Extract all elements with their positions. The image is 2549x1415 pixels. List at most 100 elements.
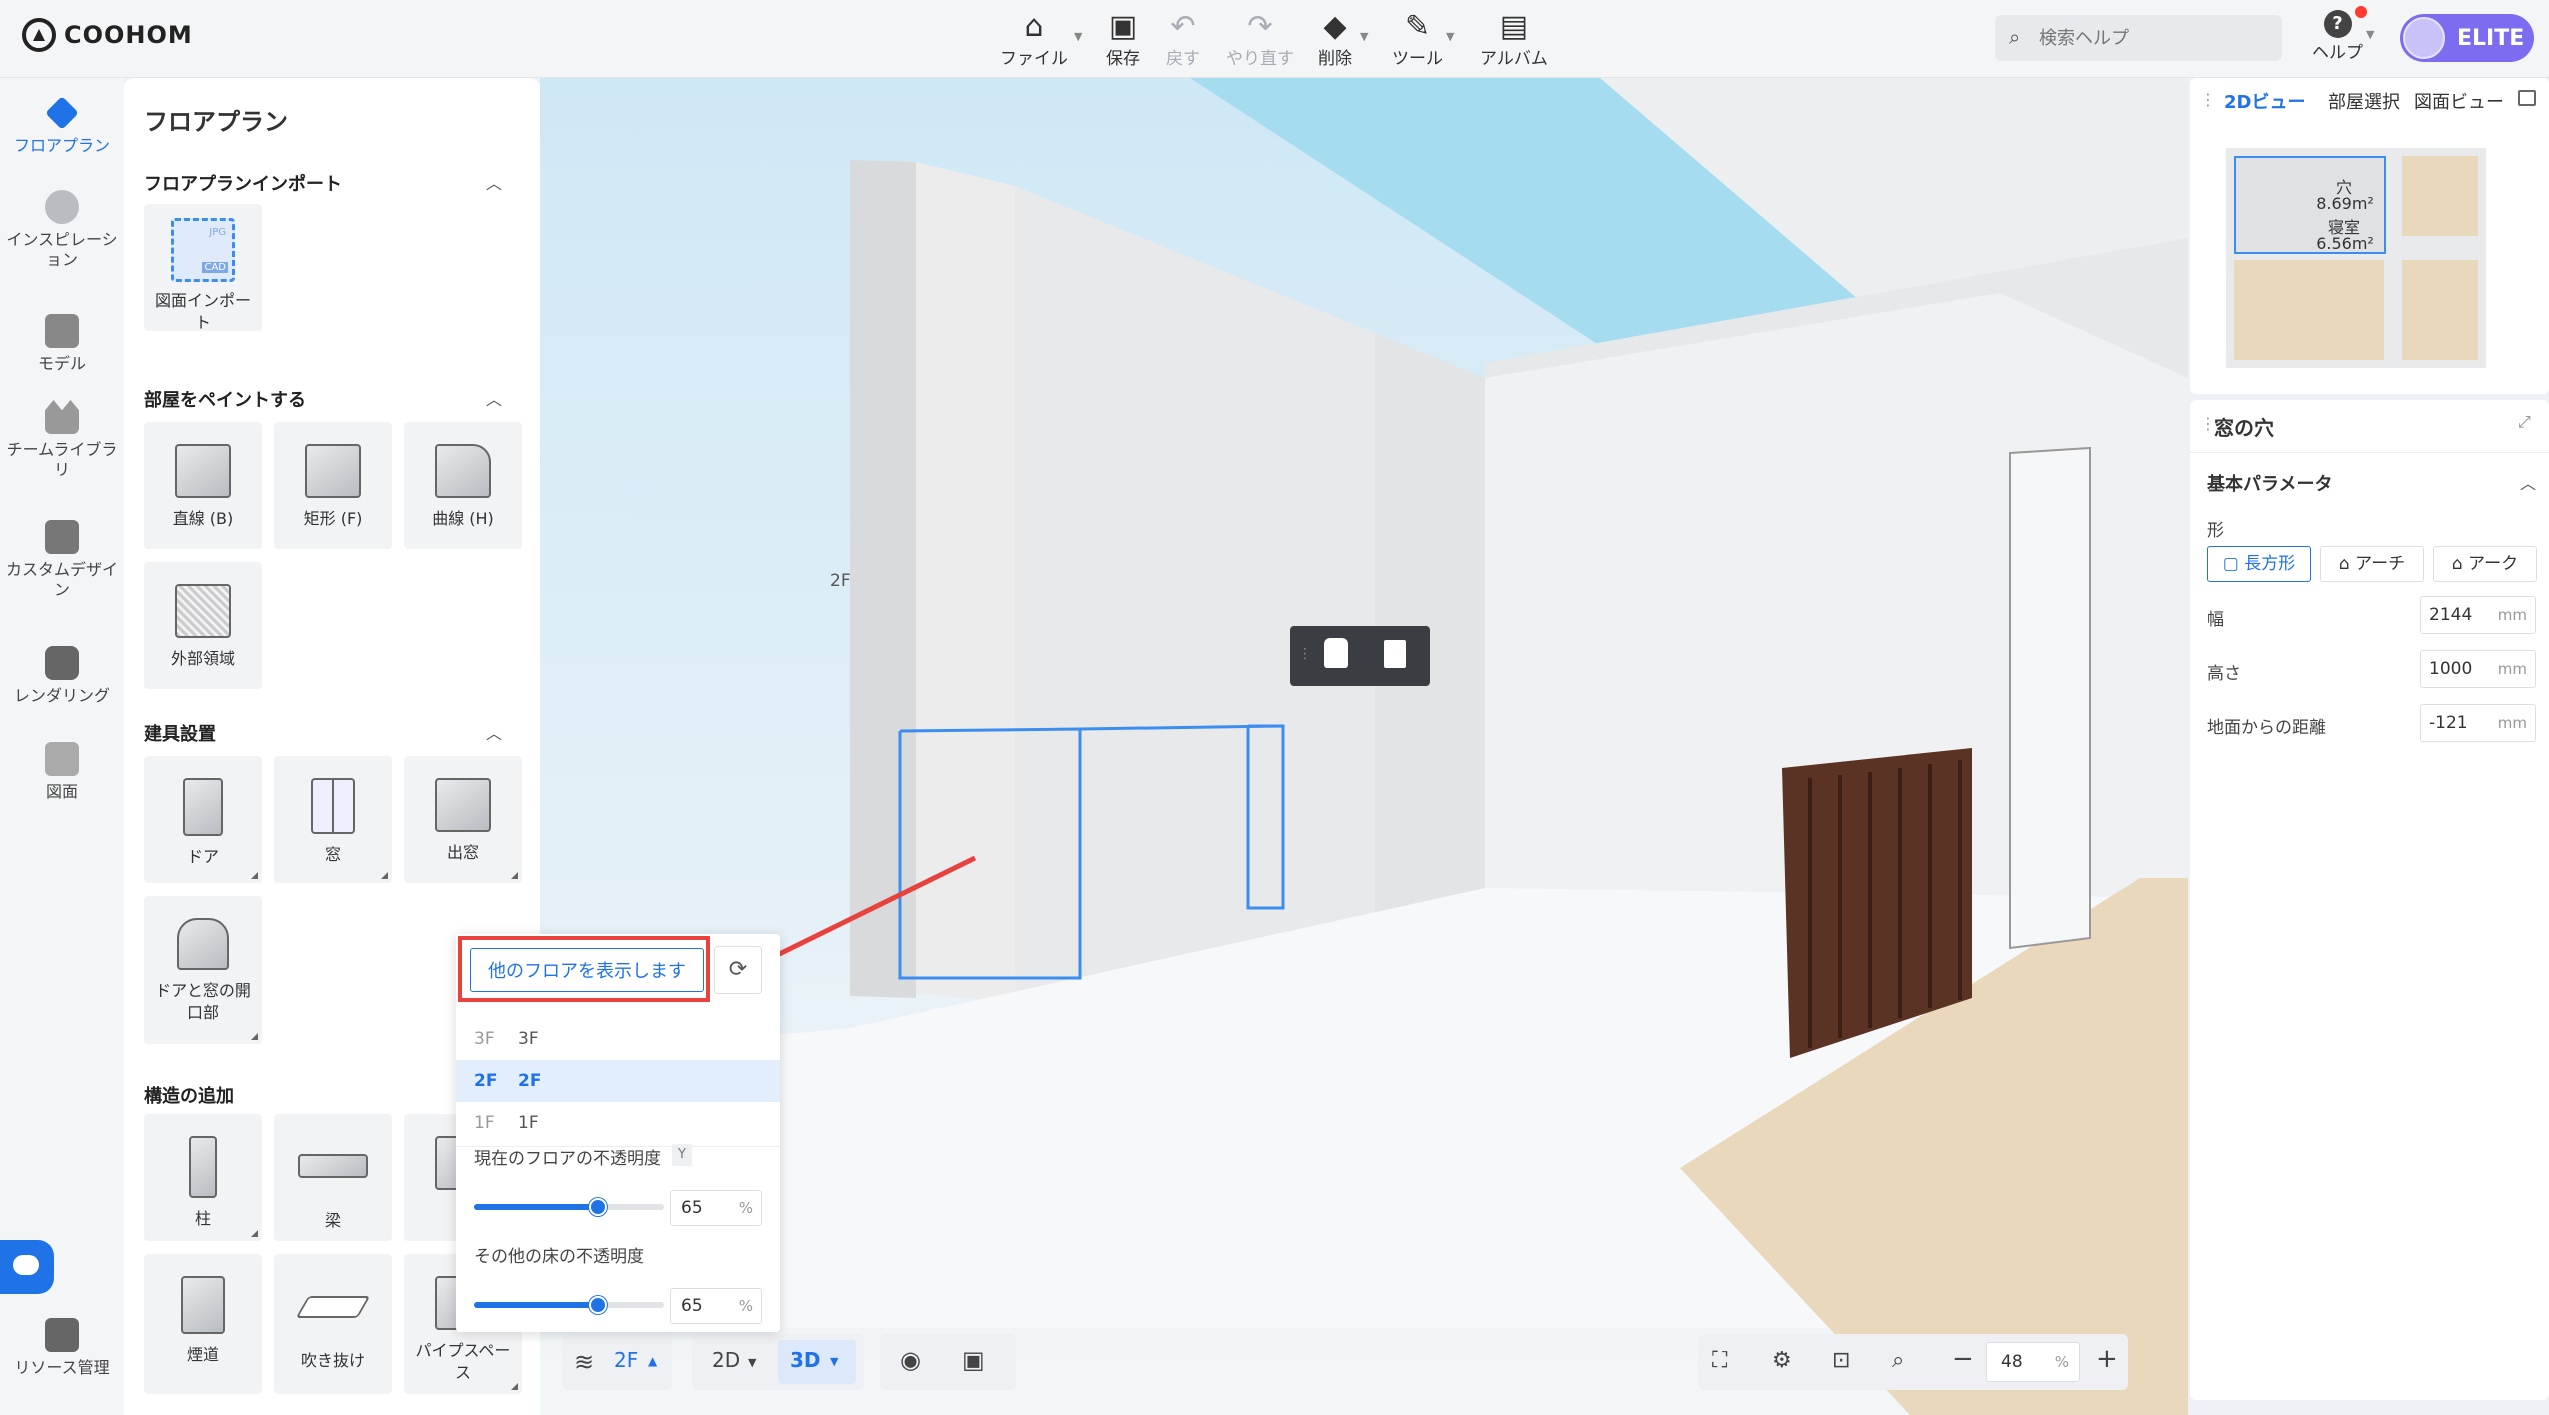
delete-label: 削除 [1318,49,1352,69]
shape-arc-button[interactable]: ⌂ アーク [2433,546,2537,582]
tile-label: 梁 [324,1211,341,1230]
floorplan-icon [45,96,79,130]
nav-inspiration[interactable]: インスピレーション [0,190,124,270]
search-input[interactable] [2037,23,2267,53]
tab-drawing-view[interactable]: 図面ビュー [2414,88,2504,114]
nav-drawings[interactable]: 図面 [0,742,124,802]
zoom-out-button[interactable]: − [1952,1344,1974,1374]
tile-outer-area[interactable]: 外部領域 [144,562,262,689]
tile-bay-window[interactable]: 出窓 [404,756,522,883]
save-button[interactable]: ▣ 保存 [1106,10,1140,70]
tile-column[interactable]: 柱 [144,1114,262,1241]
section-import-title[interactable]: フロアプランインポート [144,170,342,196]
tile-chimney[interactable]: 煙道 [144,1254,262,1394]
chimney-icon [181,1276,225,1334]
view-2d-button[interactable]: 2D ▼ [692,1334,774,1390]
trash-icon[interactable] [1384,640,1406,668]
section-fixtures-title[interactable]: 建具設置 [144,720,216,746]
other-floor-opacity-slider[interactable] [474,1296,664,1314]
drag-handle-icon[interactable]: ⋮ [2200,90,2216,109]
zoom-input[interactable]: 48 % [1986,1342,2080,1382]
floor-code: 2F [474,1071,498,1091]
width-input[interactable]: 2144 mm [2420,596,2536,634]
floor-row-2f[interactable]: 2F 2F [456,1060,780,1102]
tile-rect[interactable]: 矩形 (F) [274,422,392,549]
search-icon: ⌕ [2009,25,2021,49]
tile-door[interactable]: ドア [144,756,262,883]
floor-row-3f[interactable]: 3F 3F [456,1018,780,1060]
chat-button[interactable] [0,1240,54,1294]
nav-team-library[interactable]: チームライブラリ [0,400,124,480]
help-button[interactable]: ? ヘルプ [2312,6,2367,63]
chevron-up-icon[interactable]: ︿ [2520,470,2536,494]
shape-rectangle-button[interactable]: ▢ 長方形 [2207,546,2311,582]
current-floor-opacity-slider[interactable] [474,1198,664,1216]
chevron-up-icon[interactable]: ︿ [486,170,502,194]
floor-row-1f[interactable]: 1F 1F [456,1102,780,1144]
slider-knob[interactable] [588,1296,607,1314]
expand-icon[interactable]: ⤢ [2518,412,2531,432]
current-floor-opacity-input[interactable]: 65 % [670,1190,762,1226]
user-account-button[interactable]: ELITE [2400,14,2534,62]
collapse-panel-icon[interactable] [2518,90,2536,106]
height-input[interactable]: 1000 mm [2420,650,2536,688]
redo-button[interactable]: ↷ やり直す [1226,10,1294,70]
arc-icon: ⌂ [2451,554,2463,574]
refresh-button[interactable]: ⟳ [714,946,762,994]
tile-beam[interactable]: 梁 [274,1114,392,1241]
chevron-up-icon[interactable]: ︿ [486,720,502,744]
undo-button[interactable]: ↶ 戻す [1166,10,1200,70]
zoom-search-icon[interactable]: ⌕ [1892,1348,1904,1373]
nav-label: レンダリング [13,686,110,705]
view-3d-button[interactable]: 3D ▼ [778,1340,856,1384]
drag-handle-icon[interactable]: ⋮ [1298,646,1312,662]
minimap-floorplan[interactable]: 穴 8.69m² 寝室 6.56m² [2226,148,2486,368]
show-other-floors-button[interactable]: 他のフロアを表示します [470,948,704,992]
lock-icon[interactable] [1324,638,1348,668]
search-box[interactable]: ⌕ [1995,15,2282,61]
other-floor-opacity-input[interactable]: 65 % [670,1288,762,1324]
shape-label: 形 [2207,521,2224,541]
help-icon: ? [2323,6,2367,38]
nav-label: チームライブラリ [6,440,118,479]
file-menu-button[interactable]: ⌂ ファイル [1000,10,1068,70]
expand-corner-icon [511,872,518,879]
delete-button[interactable]: ◆ 削除 [1318,10,1352,70]
nav-rendering[interactable]: レンダリング [0,646,124,706]
tile-import-drawing[interactable]: JPG CAD 図面インポート [144,204,262,332]
tab-room-select[interactable]: 部屋選択 [2328,88,2400,114]
reset-view-icon[interactable]: ⚙ [1772,1348,1792,1373]
cube-view-icon[interactable]: ▣ [962,1346,985,1374]
tab-2d-view[interactable]: 2Dビュー [2224,88,2305,114]
tile-void[interactable]: 吹き抜け [274,1254,392,1394]
3d-viewport[interactable]: 2F ⋮ [540,78,2188,1415]
3d-scene[interactable] [540,78,2188,1415]
tile-opening[interactable]: ドアと窓の開口部 [144,896,262,1044]
floor-selector[interactable]: ≋ 2F ▲ [562,1334,672,1390]
tools-menu-button[interactable]: ✎ ツール [1392,10,1443,70]
chevron-down-icon: ▼ [1074,30,1083,43]
eye-icon[interactable]: ◉ [900,1346,921,1374]
zoom-in-button[interactable]: + [2096,1344,2118,1374]
slider-knob[interactable] [588,1198,607,1216]
basic-params-title[interactable]: 基本パラメータ [2207,470,2332,496]
nav-resource-management[interactable]: リソース管理 [0,1318,124,1378]
focus-icon[interactable]: ⊡ [1832,1348,1850,1373]
elevation-input[interactable]: -121 mm [2420,704,2536,742]
nav-models[interactable]: モデル [0,314,124,374]
section-paint-title[interactable]: 部屋をペイントする [144,386,306,412]
tile-line[interactable]: 直線 (B) [144,422,262,549]
album-button[interactable]: ▤ アルバム [1480,10,1548,70]
shape-arch-button[interactable]: ⌂ アーチ [2320,546,2424,582]
section-structure-title[interactable]: 構造の追加 [144,1082,234,1108]
chevron-up-icon[interactable]: ︿ [486,386,502,410]
tile-curve[interactable]: 曲線 (H) [404,422,522,549]
unit-label: mm [2497,660,2527,678]
nav-custom-design[interactable]: カスタムデザイン [0,520,124,600]
tile-window[interactable]: 窓 [274,756,392,883]
logo[interactable]: COOHOM [22,18,193,52]
nav-floorplan[interactable]: フロアプラン [0,96,124,156]
redo-label: やり直す [1226,49,1294,69]
tile-label: ドアと窓の開口部 [155,981,251,1022]
fit-view-icon[interactable]: ⛶ [1712,1348,1727,1373]
